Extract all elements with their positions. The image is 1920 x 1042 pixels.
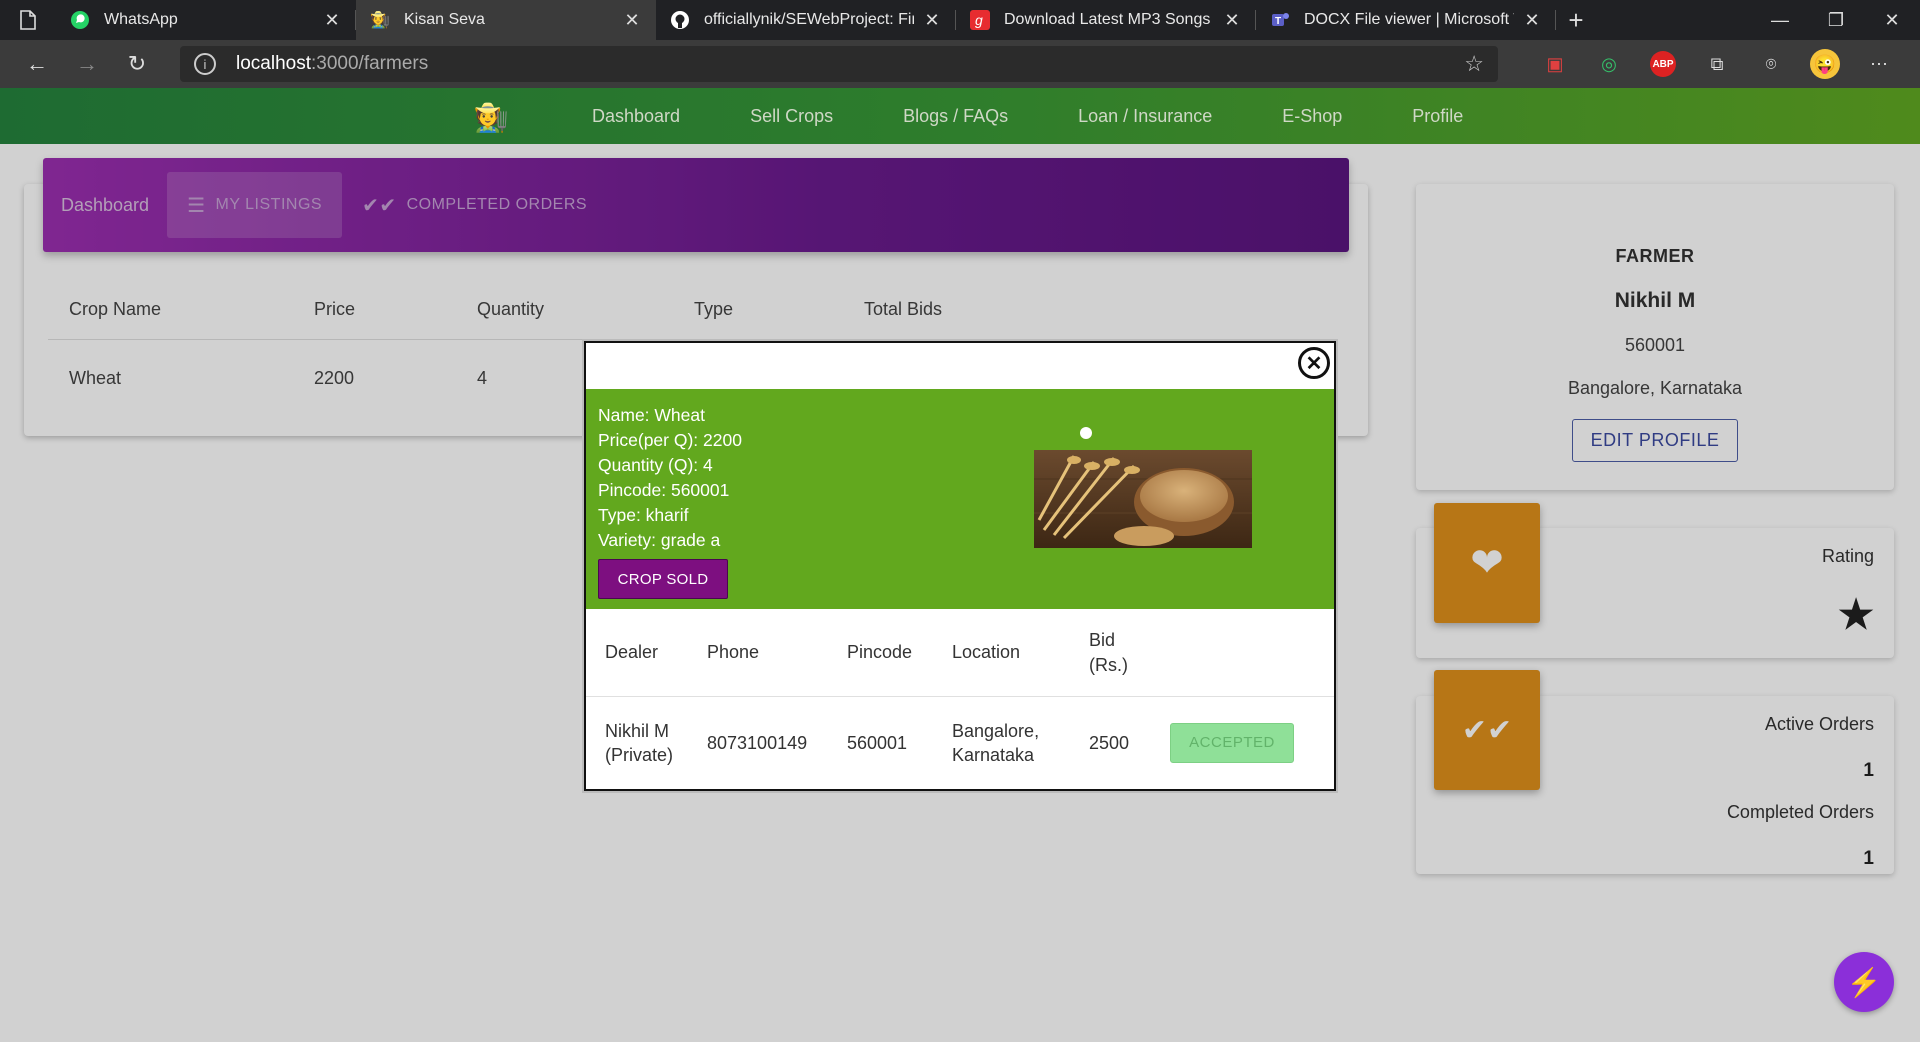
app-logo-icon[interactable]: 🧑‍🌾 <box>470 96 512 138</box>
crop-variety-line: Variety: grade a <box>598 530 721 550</box>
crop-type-line: Type: kharif <box>598 505 689 525</box>
bids-table-header: Dealer Phone Pincode Location Bid (Rs.) <box>586 609 1334 697</box>
tab-teams[interactable]: T DOCX File viewer | Microsoft Tea ✕ <box>1256 0 1556 40</box>
more-menu-icon[interactable]: ⋯ <box>1852 46 1906 82</box>
app-navbar: 🧑‍🌾 Dashboard Sell Crops Blogs / FAQs Lo… <box>0 88 1920 144</box>
chat-bolt-icon[interactable]: ⚡ <box>1834 952 1894 1012</box>
crop-quantity-line: Quantity (Q): 4 <box>598 455 713 475</box>
window-controls: — ❐ ✕ <box>1752 0 1920 40</box>
crop-detail-modal: ✕ Name: Wheat Price(per Q): 2200 Quantit… <box>584 341 1336 791</box>
url-input[interactable]: i localhost:3000/farmers ☆ <box>180 46 1498 82</box>
farmer-icon: 🧑‍🌾 <box>370 12 390 29</box>
minimize-icon[interactable]: — <box>1752 0 1808 40</box>
cell-dealer: Nikhil M (Private) <box>605 721 674 765</box>
close-icon[interactable]: ✕ <box>1298 347 1330 379</box>
extensions-bar: ▣ ◎ ABP ⧉ ⌾ 😜 ⋯ <box>1528 46 1906 82</box>
adblock-icon[interactable]: ABP <box>1650 51 1676 77</box>
wheat-image <box>1034 450 1252 548</box>
nav-loan-insurance[interactable]: Loan / Insurance <box>1078 106 1212 127</box>
new-tab-icon[interactable]: + <box>1556 5 1596 36</box>
close-tab-icon[interactable]: ✕ <box>922 10 942 31</box>
header-phone: Phone <box>707 642 760 662</box>
crop-sold-button[interactable]: CROP SOLD <box>598 559 728 599</box>
cell-phone: 8073100149 <box>707 733 808 753</box>
tab-gaana[interactable]: g Download Latest MP3 Songs On ✕ <box>956 0 1256 40</box>
close-tab-icon[interactable]: ✕ <box>1522 10 1542 31</box>
accepted-button[interactable]: ACCEPTED <box>1170 723 1294 763</box>
close-tab-icon[interactable]: ✕ <box>1222 10 1242 31</box>
crop-name-line: Name: Wheat <box>598 405 705 425</box>
crop-pincode-line: Pincode: 560001 <box>598 480 730 500</box>
back-icon[interactable]: ← <box>12 51 62 77</box>
url-host: localhost <box>236 53 311 74</box>
cell-pincode: 560001 <box>847 733 908 753</box>
close-tab-icon[interactable]: ✕ <box>322 10 342 31</box>
extension-green-icon[interactable]: ◎ <box>1582 46 1636 82</box>
browser-tab-strip: WhatsApp ✕ 🧑‍🌾 Kisan Seva ✕ officiallyni… <box>0 0 1920 40</box>
carousel-dot[interactable] <box>1080 427 1092 439</box>
crop-price-line: Price(per Q): 2200 <box>598 430 742 450</box>
profile-avatar-icon[interactable]: 😜 <box>1810 49 1840 79</box>
forward-icon[interactable]: → <box>62 51 112 77</box>
nav-links: Dashboard Sell Crops Blogs / FAQs Loan /… <box>592 88 1533 144</box>
cell-location: Bangalore, Karnataka <box>952 721 1040 765</box>
tab-title: DOCX File viewer | Microsoft Tea <box>1304 11 1514 28</box>
url-path: :3000/farmers <box>311 53 429 74</box>
tab-whatsapp[interactable]: WhatsApp ✕ <box>56 0 356 40</box>
crop-summary-panel: Name: Wheat Price(per Q): 2200 Quantity … <box>586 389 1334 609</box>
reload-icon[interactable]: ↻ <box>112 51 162 77</box>
nav-sell-crops[interactable]: Sell Crops <box>750 106 833 127</box>
page-icon[interactable] <box>0 10 56 30</box>
header-bid: Bid (Rs.) <box>1089 629 1128 675</box>
screenshot-icon[interactable]: ⌾ <box>1744 46 1798 82</box>
gaana-icon: g <box>970 10 990 30</box>
nav-profile[interactable]: Profile <box>1412 106 1463 127</box>
nav-e-shop[interactable]: E-Shop <box>1282 106 1342 127</box>
extension-red-icon[interactable]: ▣ <box>1528 46 1582 82</box>
cell-bid: 2500 <box>1089 733 1130 753</box>
favorite-star-icon[interactable]: ☆ <box>1464 51 1484 77</box>
tab-title: WhatsApp <box>104 11 178 28</box>
tab-title: officiallynik/SEWebProject: Find <box>704 11 914 28</box>
nav-blogs-faqs[interactable]: Blogs / FAQs <box>903 106 1008 127</box>
github-icon <box>670 10 690 30</box>
header-dealer: Dealer <box>605 642 659 662</box>
teams-icon: T <box>1270 10 1290 30</box>
nav-dashboard[interactable]: Dashboard <box>592 106 680 127</box>
header-pincode: Pincode <box>847 642 913 662</box>
close-tab-icon[interactable]: ✕ <box>622 10 642 31</box>
crop-info: Name: Wheat Price(per Q): 2200 Quantity … <box>598 403 742 553</box>
tab-title: Download Latest MP3 Songs On <box>1004 11 1214 28</box>
restore-icon[interactable]: ❐ <box>1808 0 1864 40</box>
whatsapp-icon <box>70 10 90 30</box>
tab-kisan-seva[interactable]: 🧑‍🌾 Kisan Seva ✕ <box>356 0 656 40</box>
site-info-icon[interactable]: i <box>194 53 216 75</box>
address-bar-row: ← → ↻ i localhost:3000/farmers ☆ ▣ ◎ ABP… <box>0 40 1920 88</box>
collections-icon[interactable]: ⧉ <box>1690 46 1744 82</box>
svg-text:g: g <box>975 12 983 28</box>
header-location: Location <box>952 642 1021 662</box>
tab-github[interactable]: officiallynik/SEWebProject: Find ✕ <box>656 0 956 40</box>
close-window-icon[interactable]: ✕ <box>1864 0 1920 40</box>
tab-title: Kisan Seva <box>404 11 485 28</box>
svg-text:T: T <box>1275 16 1281 27</box>
table-row: Nikhil M (Private) 8073100149 560001 Ban… <box>586 697 1334 789</box>
